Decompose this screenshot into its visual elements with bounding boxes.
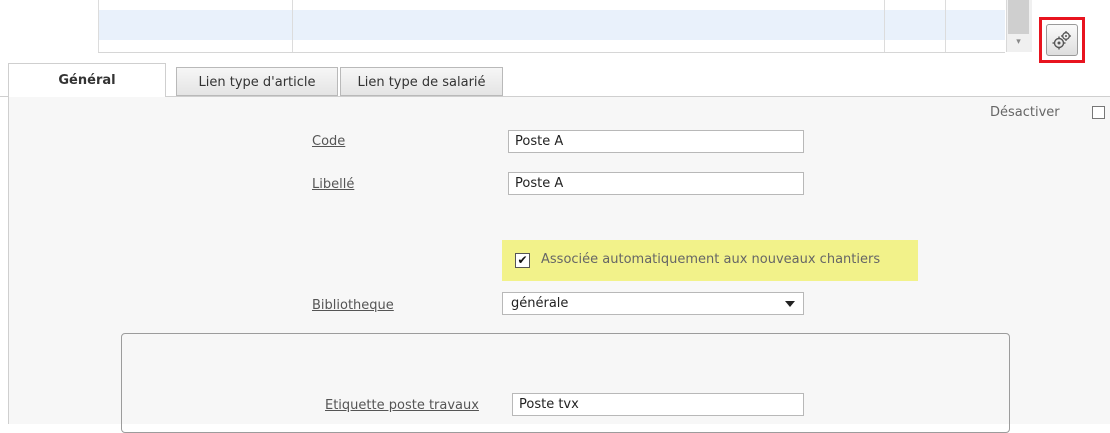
settings-button[interactable] [1046, 24, 1078, 56]
bibliotheque-select[interactable]: générale [502, 292, 804, 315]
scrollbar-thumb[interactable] [1008, 0, 1029, 34]
etiquette-label: Etiquette poste travaux [325, 398, 479, 413]
tab-lien-type-salarie[interactable]: Lien type de salarié [340, 67, 503, 96]
group-box [121, 333, 1010, 433]
gears-icon [1052, 31, 1071, 50]
code-label: Code [312, 134, 346, 149]
bibliotheque-label: Bibliotheque [312, 298, 394, 313]
deactivate-label: Désactiver [990, 105, 1060, 120]
deactivate-checkbox[interactable] [1092, 106, 1105, 119]
grid-selected-row[interactable] [98, 10, 1005, 40]
grid-column-divider [98, 0, 99, 52]
grid-column-divider [945, 0, 946, 52]
scroll-down-icon[interactable]: ▾ [1008, 35, 1029, 50]
grid-column-divider [292, 0, 293, 52]
bibliotheque-value: générale [511, 296, 569, 311]
libelle-label: Libellé [312, 177, 355, 192]
code-input[interactable]: Poste A [508, 130, 804, 153]
dropdown-arrow-icon [785, 301, 795, 307]
tab-divider [0, 96, 1110, 97]
auto-assoc-label[interactable]: Associée automatiquement aux nouveaux ch… [541, 252, 880, 267]
libelle-input[interactable]: Poste A [508, 172, 804, 195]
tab-general[interactable]: Général [8, 63, 166, 97]
auto-assoc-checkbox[interactable]: ✔ [515, 253, 530, 268]
grid-column-divider [884, 0, 885, 52]
etiquette-input[interactable]: Poste tvx [512, 393, 804, 416]
tab-lien-type-article[interactable]: Lien type d'article [176, 67, 338, 96]
